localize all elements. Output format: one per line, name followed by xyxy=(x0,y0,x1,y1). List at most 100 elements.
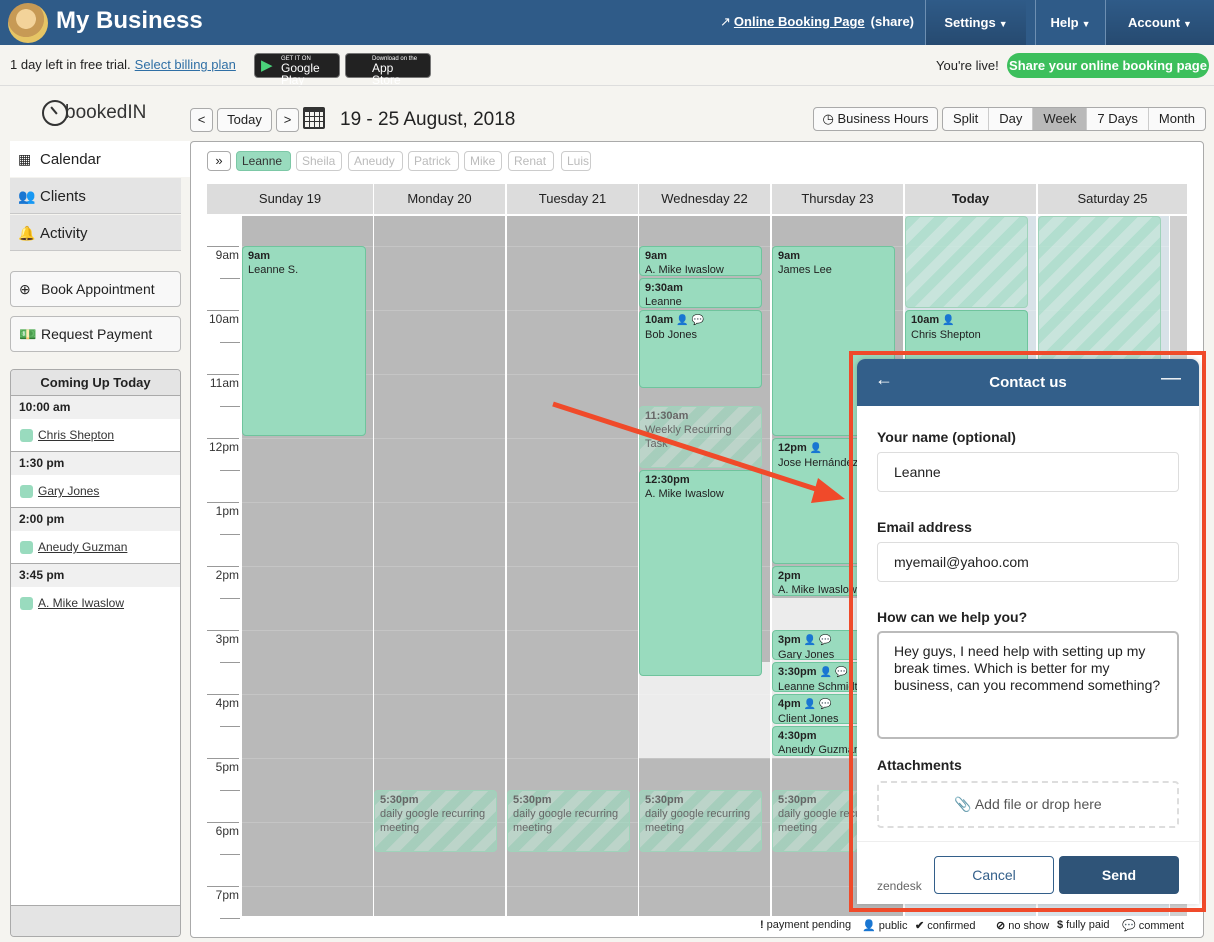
cancel-button[interactable]: Cancel xyxy=(934,856,1054,894)
event-title: Leanne xyxy=(645,296,682,308)
chevron-right-icon: > xyxy=(283,112,292,127)
hour-label: 1pm xyxy=(207,502,239,518)
view-7-days[interactable]: 7 Days xyxy=(1086,108,1147,130)
view-day[interactable]: Day xyxy=(988,108,1032,130)
event-title: Client Jones xyxy=(778,713,839,724)
footer-divider xyxy=(857,841,1199,842)
bell-icon: 🔔 xyxy=(18,225,36,241)
calendar-event[interactable]: 12:30pm A. Mike Iwaslow xyxy=(639,470,762,676)
staff-filter-sheila[interactable]: Sheila xyxy=(296,151,342,171)
legend-label: public xyxy=(878,920,908,932)
event-time: 9am xyxy=(778,250,801,262)
staff-filter-aneudy[interactable]: Aneudy xyxy=(348,151,403,171)
calendar-event[interactable]: 11:30am Weekly Recurring Task xyxy=(639,406,762,468)
calendar-event[interactable]: 9am A. Mike Iwaslow xyxy=(639,246,762,276)
coming-up-time: 10:00 am xyxy=(11,396,180,419)
client-link[interactable]: Aneudy Guzman xyxy=(38,540,127,554)
calendar-event[interactable]: 5:30pm daily google recurring meeting xyxy=(507,790,630,852)
contact-us-widget: ← Contact us — Your name (optional) Emai… xyxy=(857,359,1199,904)
today-button[interactable]: Today xyxy=(217,108,272,132)
sidebar-item-calendar[interactable]: ▦ Calendar xyxy=(10,141,190,177)
prev-week-button[interactable]: < xyxy=(190,108,213,132)
header-divider xyxy=(0,85,1214,86)
calendar-event[interactable]: 5:30pm daily google recurring meeting xyxy=(639,790,762,852)
event-title: A. Mike Iwaslow xyxy=(778,584,857,596)
staff-filter-patrick[interactable]: Patrick xyxy=(408,151,459,171)
available-slot xyxy=(639,662,770,758)
day-header[interactable]: Tuesday 21 xyxy=(507,184,638,214)
event-time: 3:30pm xyxy=(778,666,817,678)
select-billing-plan-link[interactable]: Select billing plan xyxy=(135,57,236,72)
legend-item: ⊘ no show xyxy=(996,919,1049,932)
minimize-icon[interactable]: — xyxy=(1161,367,1181,390)
name-label: Your name (optional) xyxy=(877,429,1016,445)
staff-filter-leanne[interactable]: Leanne xyxy=(236,151,291,171)
day-header[interactable]: Thursday 23 xyxy=(772,184,903,214)
staff-filter-renat[interactable]: Renat xyxy=(508,151,554,171)
bookedin-logo[interactable]: bookedIN xyxy=(42,100,146,126)
clock-icon: ◷ xyxy=(822,111,838,126)
nav-account[interactable]: Account ▼ xyxy=(1105,0,1214,45)
view-week[interactable]: Week xyxy=(1032,108,1087,130)
attachment-dropzone[interactable]: 📎 Add file or drop here xyxy=(877,781,1179,828)
day-header[interactable]: Today xyxy=(905,184,1036,214)
calendar-event[interactable]: 5:30pm daily google recurring meeting xyxy=(374,790,497,852)
money-icon: 💵 xyxy=(19,326,37,342)
event-time: 3pm xyxy=(778,634,801,646)
nav-help[interactable]: Help ▼ xyxy=(1035,0,1105,45)
calendar-icon: ▦ xyxy=(18,151,32,167)
caret-down-icon: ▼ xyxy=(1081,19,1091,29)
event-time: 10am xyxy=(645,314,674,326)
view-month[interactable]: Month xyxy=(1147,108,1205,130)
legend-label: confirmed xyxy=(927,920,976,932)
calendar-event[interactable]: 10am 👤 💬 Bob Jones xyxy=(639,310,762,388)
day-header[interactable]: Sunday 19 xyxy=(207,184,373,214)
day-header[interactable]: Monday 20 xyxy=(374,184,505,214)
business-name[interactable]: My Business xyxy=(56,7,203,35)
email-field[interactable] xyxy=(877,542,1179,582)
event-title: James Lee xyxy=(778,264,832,276)
calendar-event[interactable]: 9:30am Leanne xyxy=(639,278,762,308)
share-booking-page-button[interactable]: Share your online booking page xyxy=(1007,53,1209,78)
calendar-event[interactable]: 9am Leanne S. xyxy=(242,246,366,436)
trial-notice: 1 day left in free trial. Select billing … xyxy=(10,57,236,72)
logo-text: bookedIN xyxy=(65,102,147,124)
send-button[interactable]: Send xyxy=(1059,856,1179,894)
next-week-button[interactable]: > xyxy=(276,108,299,132)
client-link[interactable]: A. Mike Iwaslow xyxy=(38,596,124,610)
attachments-label: Attachments xyxy=(877,757,962,773)
expand-staff-button[interactable]: » xyxy=(207,151,231,171)
coming-up-time: 3:45 pm xyxy=(11,564,180,587)
app-store-badge[interactable]: Download on the App Store xyxy=(345,53,431,86)
book-appointment-button[interactable]: ⊕ Book Appointment xyxy=(10,271,181,307)
request-payment-button[interactable]: 💵 Request Payment xyxy=(10,316,181,352)
online-booking-link[interactable]: Online Booking Page xyxy=(734,14,865,29)
person-icon: 👤 xyxy=(809,443,823,454)
date-picker-calendar-icon[interactable] xyxy=(303,107,325,129)
business-avatar[interactable] xyxy=(8,3,48,43)
business-hours-button[interactable]: ◷ Business Hours xyxy=(813,107,938,131)
staff-filter-luis[interactable]: Luis xyxy=(561,151,591,171)
legend-item: 👤 public xyxy=(862,919,907,932)
google-play-badge[interactable]: ▶ GET IT ON Google Play xyxy=(254,53,340,86)
client-link[interactable]: Gary Jones xyxy=(38,484,99,498)
sidebar-item-clients[interactable]: 👥 Clients xyxy=(10,178,181,214)
event-title: Leanne Schmidt xyxy=(778,681,858,692)
nav-settings[interactable]: Settings ▼ xyxy=(925,0,1026,45)
sidebar-item-activity[interactable]: 🔔 Activity xyxy=(10,215,181,251)
day-header[interactable]: Saturday 25 xyxy=(1038,184,1187,214)
view-switcher: Split Day Week 7 Days Month xyxy=(942,107,1207,131)
coming-up-time: 2:00 pm xyxy=(11,508,180,531)
day-header[interactable]: Wednesday 22 xyxy=(639,184,770,214)
staff-filter-mike[interactable]: Mike xyxy=(464,151,502,171)
legend-label: fully paid xyxy=(1066,919,1110,931)
hour-label: 12pm xyxy=(207,438,239,454)
share-link[interactable]: (share) xyxy=(871,14,914,29)
name-field[interactable] xyxy=(877,452,1179,492)
event-title: A. Mike Iwaslow xyxy=(645,264,724,276)
view-split[interactable]: Split xyxy=(943,108,988,130)
google-play-big: Google Play xyxy=(281,61,320,87)
contact-title: Contact us xyxy=(989,374,1067,391)
client-link[interactable]: Chris Shepton xyxy=(38,428,114,442)
help-message-field[interactable]: Hey guys, I need help with setting up my… xyxy=(877,631,1179,739)
